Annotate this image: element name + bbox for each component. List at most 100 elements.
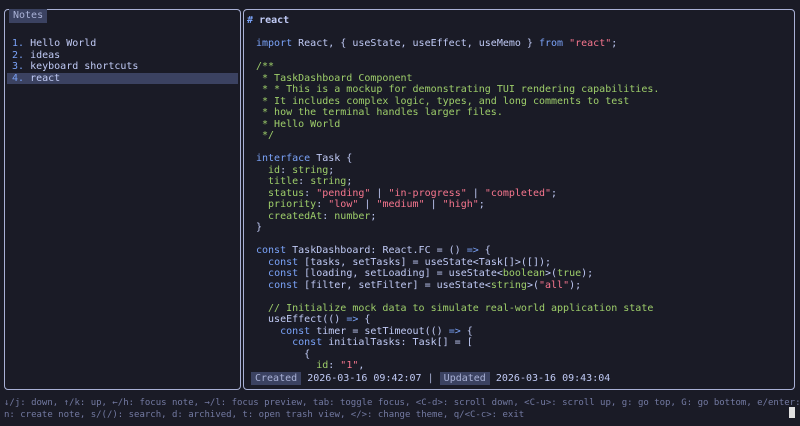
code-token: createdAt [256,210,323,222]
code-token: "pending" [316,187,371,199]
code-token: timer = setTimeout(() [310,325,449,337]
code-token: import [256,38,293,49]
code-token: id [256,164,281,176]
code-line: * * This is a mockup for demonstrating T… [256,84,786,96]
code-token: useEffect(() [256,314,347,325]
code-line: const [tasks, setTasks] = useState<Task[… [256,257,786,269]
code-token: string [310,176,347,187]
code-line: priority: "low" | "medium" | "high"; [256,199,786,211]
note-item[interactable]: 3. keyboard shortcuts [7,61,238,73]
code-token: // Initialize mock data to simulate real… [256,302,654,314]
code-token: } [256,222,263,233]
note-item[interactable]: 2. ideas [7,50,238,62]
code-token: ); [581,268,594,279]
code-token: "low" [328,199,359,210]
code-line: { [256,349,786,361]
code-token: ; [551,187,558,199]
note-item[interactable]: 1. Hello World [7,38,238,50]
note-label: ideas [30,49,61,61]
code-token: boolean [502,268,546,279]
note-label: react [30,72,61,84]
code-token: from [538,38,564,49]
metadata-separator: | [427,373,434,384]
note-label: Hello World [30,38,97,49]
code-token: { [478,245,491,256]
code-token: true [557,268,582,279]
code-block: import React, { useState, useEffect, use… [256,38,786,372]
code-token: const [268,268,299,279]
code-token: */ [256,130,275,141]
code-token: "react" [569,38,612,49]
code-token: : [316,199,329,210]
code-token: title [256,176,299,187]
code-token: [tasks, setTasks] = useState<Task[]>([])… [298,256,552,268]
code-line: // Initialize mock data to simulate real… [256,303,786,315]
code-line: const TaskDashboard: React.FC = () => { [256,245,786,257]
metadata-bar: Created 2026-03-16 09:42:07 | Updated 20… [251,372,610,385]
code-token: [loading, setLoading] = useState< [298,268,503,279]
code-line: * how the terminal handles larger files. [256,107,786,119]
help-line-2: n: create note, s/(/): search, d: archiv… [4,410,525,420]
code-token: string [292,164,329,176]
code-token: ; [611,38,618,49]
code-token: { [460,325,473,337]
code-token: /** [256,61,275,72]
code-token: status [256,187,305,199]
code-token: string [490,279,527,291]
code-token: const [268,279,299,291]
heading-hash: # [247,15,254,26]
code-token: => [448,325,461,337]
code-token: : [298,176,311,187]
code-token: => [466,245,479,256]
code-token: ; [370,210,377,222]
created-timestamp: 2026-03-16 09:42:07 [307,373,422,384]
created-label: Created [251,372,302,385]
code-token: * TaskDashboard Component [256,72,413,84]
code-token: React, { useState, useEffect, useMemo } [292,38,539,49]
code-token: const [256,245,287,256]
code-line: * TaskDashboard Component [256,73,786,85]
code-line: const timer = setTimeout(() => { [256,326,786,338]
code-token: : [304,187,317,199]
help-line-1: ↓/j: down, ↑/k: up, ←/h: focus note, →/l… [4,398,800,408]
note-label: keyboard shortcuts [30,61,139,72]
code-line: title: string; [256,176,786,188]
code-token: priority [256,199,317,210]
code-token: const [292,337,323,348]
code-token: id [256,360,329,371]
note-item[interactable]: 4. react [7,72,238,84]
code-token: : [328,360,341,371]
code-token: number [334,210,371,222]
code-line: id: string; [256,165,786,177]
code-token: | [424,199,443,210]
terminal-cursor [789,407,795,418]
code-token: ; [346,176,353,187]
code-line: const initialTasks: Task[] = [ [256,337,786,349]
code-token: => [346,314,359,325]
notes-panel-title: Notes [9,9,48,23]
preview-title-text: react [259,15,290,26]
code-token: [filter, setFilter] = useState< [298,279,491,291]
code-token: ; [478,199,485,210]
code-token: "in-progress" [388,187,467,199]
code-token: | [370,187,389,199]
code-token: { [358,314,371,325]
code-line: const [filter, setFilter] = useState<str… [256,280,786,292]
code-token: const [280,325,311,337]
note-number: 1. [12,38,25,49]
code-token: "medium" [376,199,425,210]
code-line: /** [256,61,786,73]
code-token: const [268,256,299,268]
notes-panel[interactable]: Notes 1. Hello World 2. ideas 3. keyboard … [4,9,241,390]
code-token: : [322,210,335,222]
code-line: interface Task { [256,153,786,165]
code-token: * It includes complex logic, types, and … [256,95,630,107]
code-line: */ [256,130,786,142]
code-token: { [256,348,311,360]
code-line: const [loading, setLoading] = useState<b… [256,268,786,280]
preview-panel[interactable]: # react import React, { useState, useEff… [243,9,795,390]
